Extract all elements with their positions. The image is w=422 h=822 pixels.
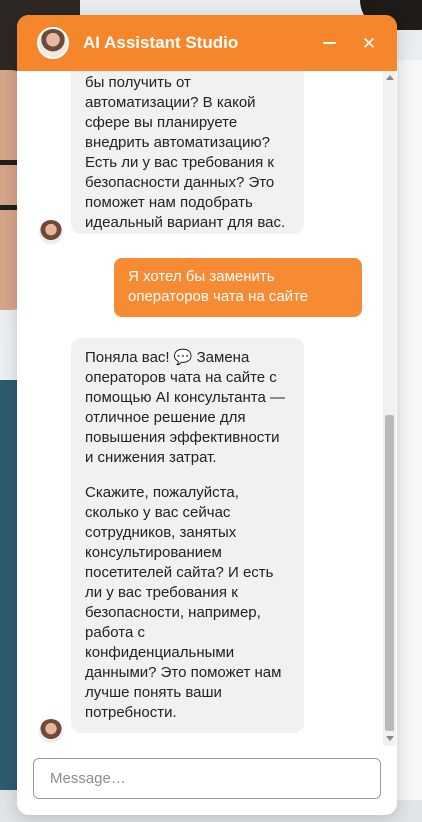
close-icon: ✕ [361,33,377,53]
scroll-down-arrow-icon[interactable] [386,736,394,741]
chat-header: AI Assistant Studio ✕ [17,15,397,71]
chat-widget: AI Assistant Studio ✕ бы получить от авт… [17,15,397,815]
bot-message-paragraph: Скажите, пожалуйста, сколько у вас сейча… [85,484,282,721]
message-list[interactable]: бы получить от автоматизации? В какой сф… [17,71,397,746]
minimize-icon [322,42,336,44]
bot-message-text: бы получить от автоматизации? В какой сф… [85,74,286,231]
chat-title: AI Assistant Studio [83,33,239,52]
minimize-button[interactable] [317,31,341,55]
assistant-avatar-small [39,719,63,743]
bot-message-paragraph: Поняла вас! 💬 Замена операторов чата на … [85,349,285,466]
scroll-up-arrow-icon[interactable] [386,75,394,80]
close-button[interactable]: ✕ [357,31,381,55]
scrollbar-thumb[interactable] [385,415,394,731]
assistant-avatar-small [39,220,63,244]
composer [17,746,397,815]
message-input[interactable] [33,758,381,799]
bot-message: Поняла вас! 💬 Замена операторов чата на … [71,338,304,733]
bot-message: бы получить от автоматизации? В какой сф… [71,71,304,234]
user-message: Я хотел бы заменить операторов чата на с… [114,258,362,317]
assistant-avatar [37,27,69,59]
